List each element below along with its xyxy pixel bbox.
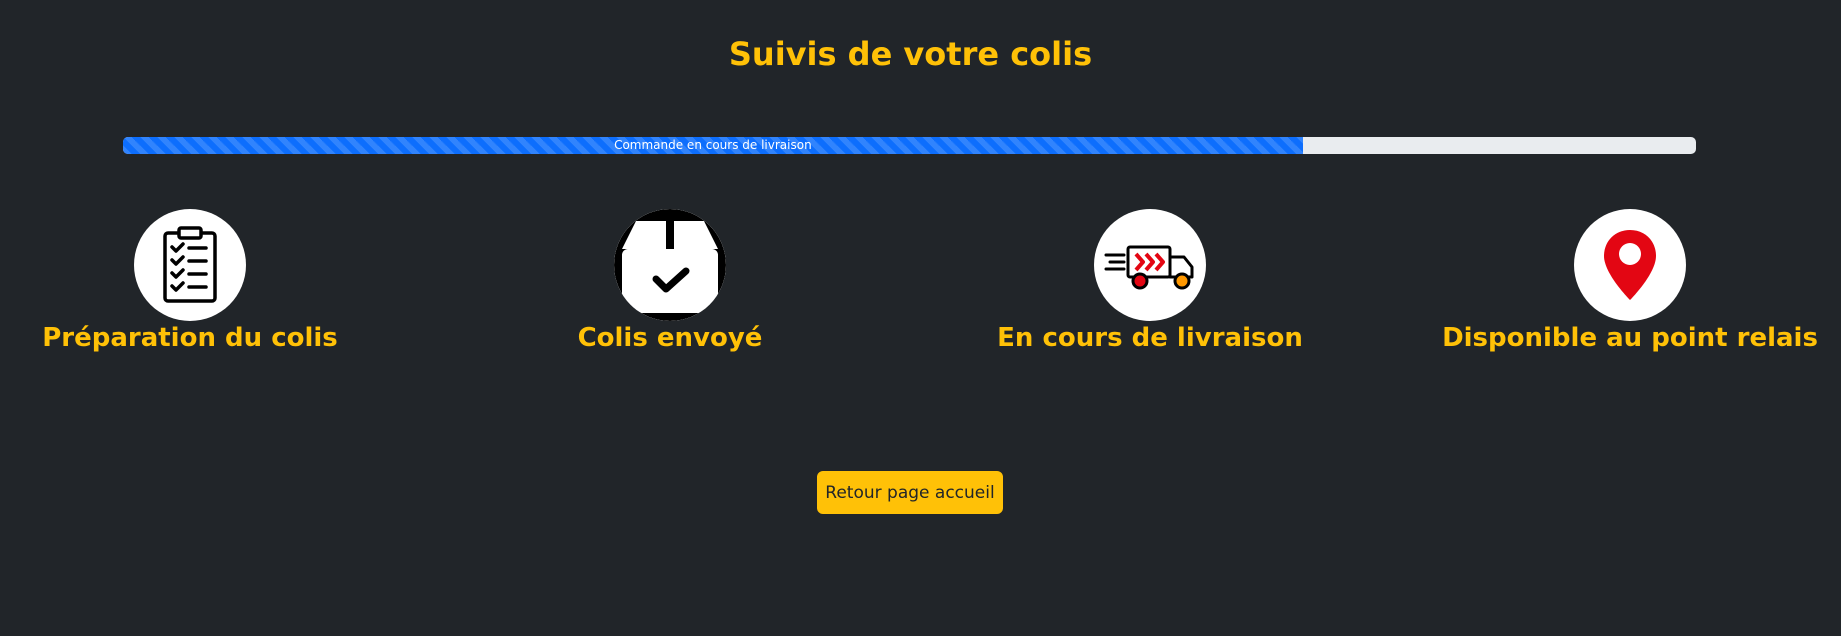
clipboard-checklist-icon: [163, 226, 217, 303]
step-sent-label: Colis envoyé: [577, 323, 763, 353]
step-preparation-label: Préparation du colis: [42, 323, 338, 353]
step-sent: Colis envoyé: [430, 209, 910, 355]
progress-bar-label: Commande en cours de livraison: [614, 138, 812, 152]
step-available-circle: [1574, 209, 1686, 321]
step-sent-circle: [614, 209, 726, 321]
map-pin-icon: [1604, 230, 1656, 300]
page-title: Suivis de votre colis: [728, 35, 1093, 73]
tracking-steps: Préparation du colis Colis envoyé En cou…: [0, 209, 1841, 359]
package-check-icon: [614, 209, 726, 321]
delivery-progress-bar: Commande en cours de livraison: [123, 137, 1696, 154]
step-available-label: Disponible au point relais: [1442, 323, 1818, 353]
step-in-delivery-label: En cours de livraison: [997, 323, 1303, 353]
progress-bar-fill: Commande en cours de livraison: [123, 137, 1303, 154]
step-preparation: Préparation du colis: [0, 209, 430, 355]
step-in-delivery: En cours de livraison: [910, 209, 1390, 355]
home-button[interactable]: Retour page accueil: [817, 471, 1003, 514]
delivery-truck-icon: [1104, 245, 1194, 290]
step-available: Disponible au point relais: [1390, 209, 1841, 355]
step-in-delivery-circle: [1094, 209, 1206, 321]
step-preparation-circle: [134, 209, 246, 321]
